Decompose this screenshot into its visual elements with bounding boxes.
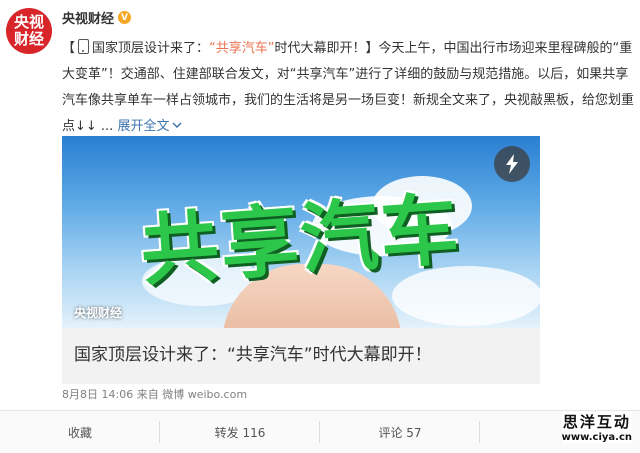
expand-full-text-link[interactable]: 展开全文 <box>117 119 183 134</box>
post-highlight: “共享汽车” <box>209 41 275 56</box>
lightning-icon[interactable] <box>494 146 530 182</box>
chevron-down-icon <box>172 122 183 129</box>
post-text-a: 国家顶层设计来了： <box>92 41 210 56</box>
repost-label: 转发 116 <box>214 425 266 440</box>
article-cover-image: 共享汽车 央视财经 <box>62 136 540 328</box>
article-card[interactable]: 共享汽车 央视财经 国家顶层设计来了：“共享汽车”时代大幕即开！ <box>62 136 540 384</box>
expand-label: 展开全文 <box>117 119 170 134</box>
post-meta: 8月8日 14:06 来自 微博 weibo.com <box>62 386 247 402</box>
repost-button[interactable]: 转发 116 <box>160 411 320 453</box>
post-source[interactable]: 微博 weibo.com <box>162 388 247 401</box>
author-row: 央视财经 V <box>62 8 132 27</box>
watermark-url: www.ciya.cn <box>561 432 632 443</box>
article-caption: 国家顶层设计来了：“共享汽车”时代大幕即开！ <box>74 345 432 365</box>
avatar[interactable]: 央视 财经 <box>6 8 52 54</box>
weibo-post-card: 央视 财经 央视财经 V 【国家顶层设计来了：“共享汽车”时代大幕即开！】今天上… <box>0 0 640 453</box>
cover-title: 共享汽车 <box>137 184 464 298</box>
post-body: 【国家顶层设计来了：“共享汽车”时代大幕即开！】今天上午，中国出行市场迎来里程碑… <box>62 36 636 140</box>
author-name[interactable]: 央视财经 <box>62 8 114 27</box>
favorite-label: 收藏 <box>67 425 92 440</box>
avatar-text-line1: 央视 <box>13 13 44 31</box>
site-watermark: 思洋互动 www.ciya.cn <box>561 411 632 443</box>
cover-source-label: 央视财经 <box>74 306 123 320</box>
action-bar: 收藏 转发 116 评论 57 <box>0 410 640 453</box>
bracket-open: 【 <box>62 41 76 56</box>
watermark-name: 思洋互动 <box>562 413 631 431</box>
post-time[interactable]: 8月8日 14:06 <box>62 388 133 401</box>
verified-icon: V <box>118 11 132 24</box>
avatar-text-line2: 财经 <box>13 30 44 48</box>
comment-label: 评论 57 <box>378 425 422 440</box>
post-from-label: 来自 <box>136 388 159 401</box>
phone-icon <box>78 39 90 54</box>
favorite-button[interactable]: 收藏 <box>0 411 160 453</box>
comment-button[interactable]: 评论 57 <box>320 411 480 453</box>
